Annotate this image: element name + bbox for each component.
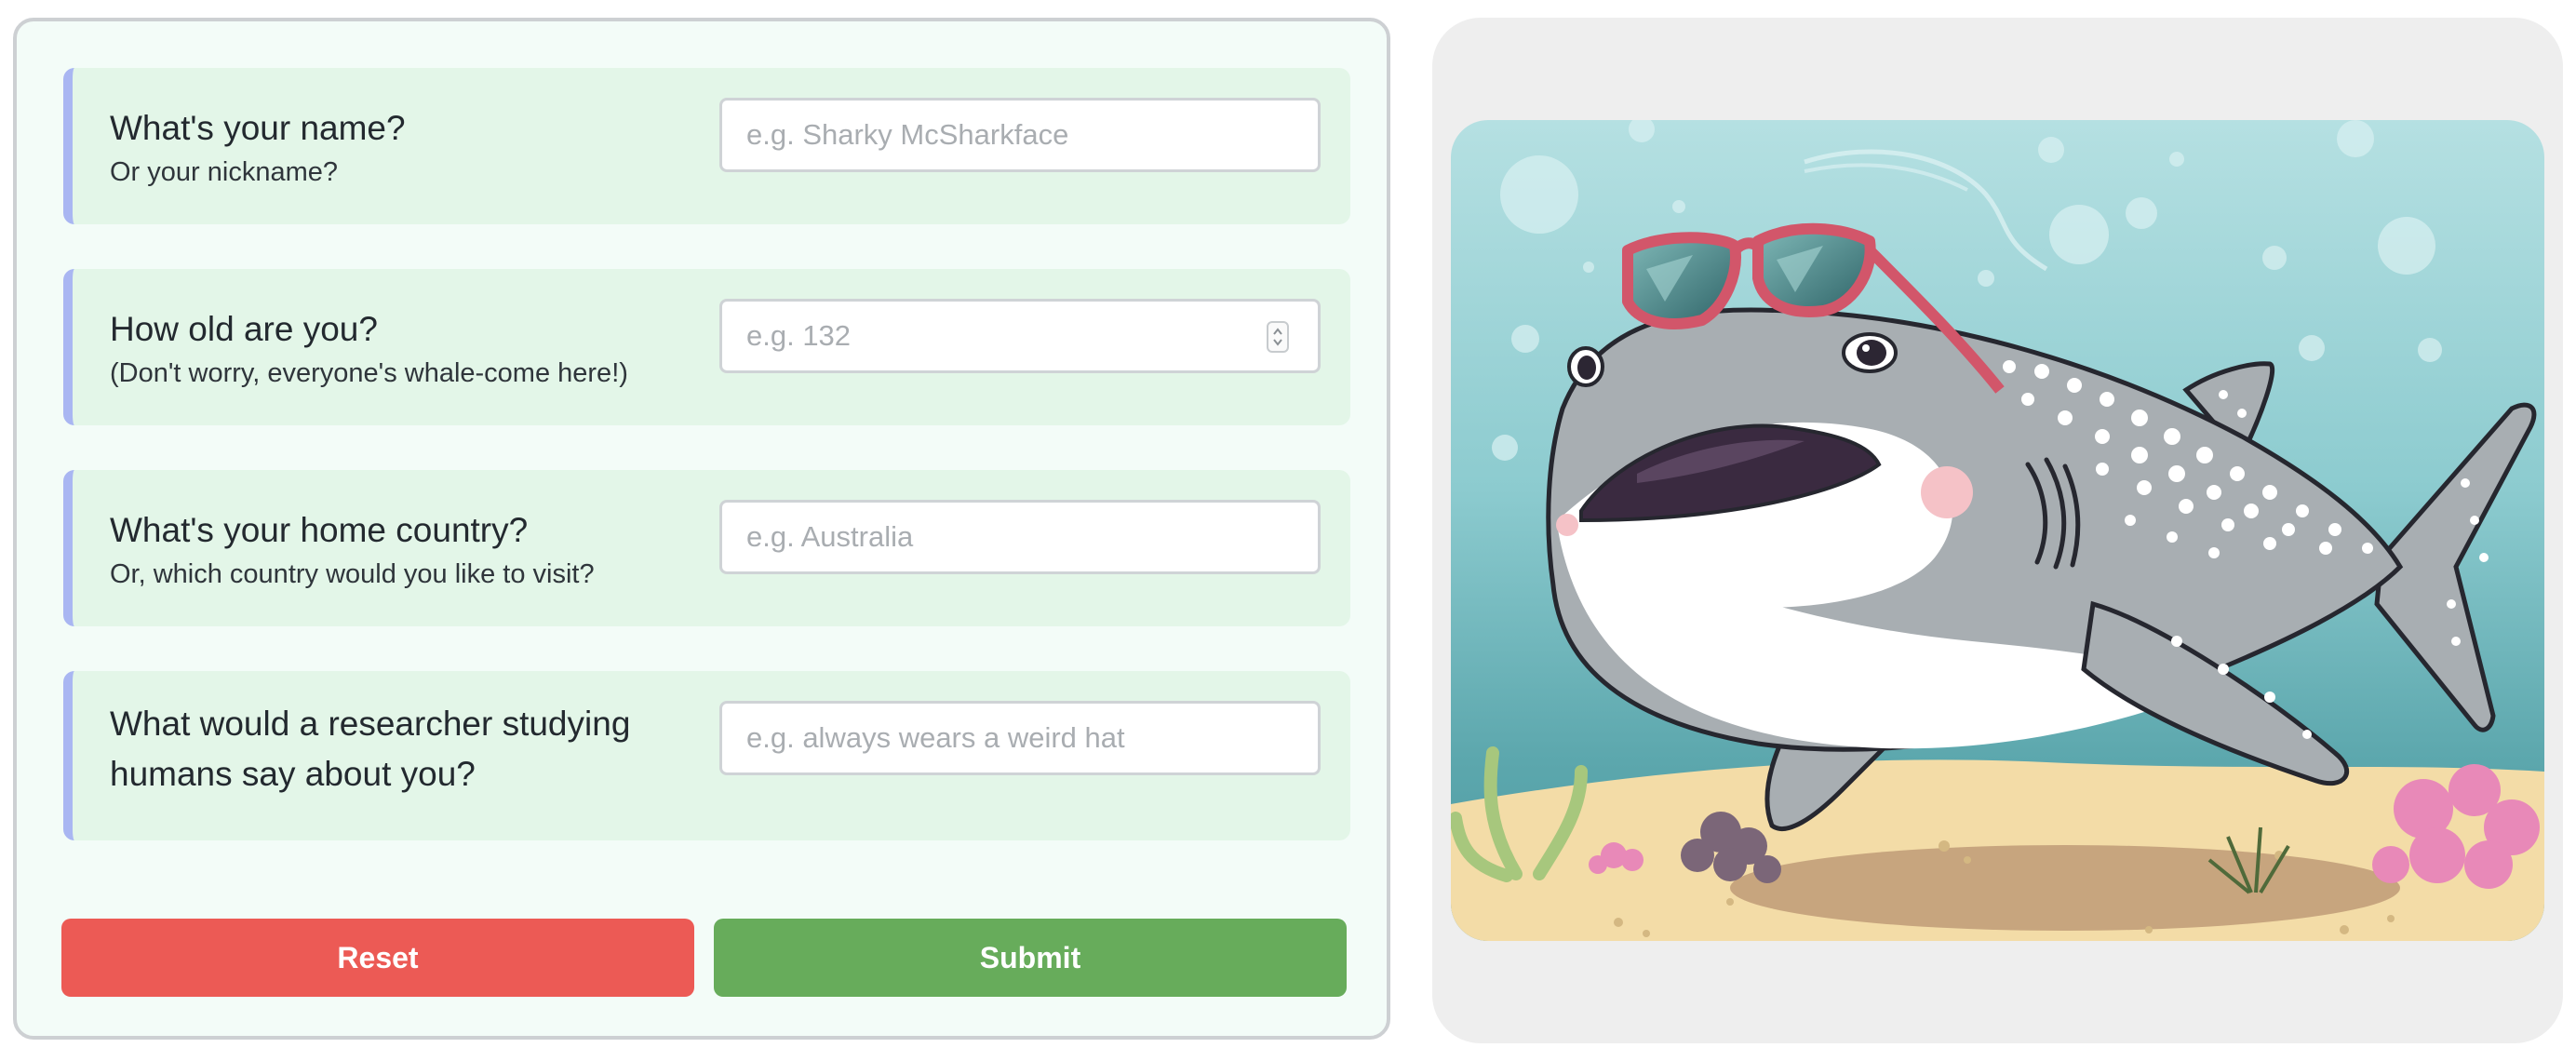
name-input[interactable] bbox=[719, 98, 1321, 172]
submit-button[interactable]: Submit bbox=[714, 919, 1347, 997]
field-researcher-title: What would a researcher studying humans … bbox=[110, 705, 631, 793]
age-input[interactable] bbox=[719, 299, 1321, 373]
form-panel: What's your name? Or your nickname? How … bbox=[13, 18, 1390, 1040]
number-spinner-icon[interactable] bbox=[1267, 321, 1289, 353]
whale-shark-illustration bbox=[1451, 120, 2544, 941]
field-researcher: What would a researcher studying humans … bbox=[63, 671, 1350, 840]
reset-button[interactable]: Reset bbox=[61, 919, 694, 997]
country-input[interactable] bbox=[719, 500, 1321, 574]
field-country-title: What's your home country? bbox=[110, 511, 529, 549]
field-country: What's your home country? Or, which coun… bbox=[63, 470, 1350, 626]
field-name-title: What's your name? bbox=[110, 109, 406, 147]
researcher-input[interactable] bbox=[719, 701, 1321, 775]
field-age: How old are you? (Don't worry, everyone'… bbox=[63, 269, 1350, 425]
field-age-title: How old are you? bbox=[110, 310, 378, 348]
field-name-subtitle: Or your nickname? bbox=[110, 157, 338, 187]
field-country-subtitle: Or, which country would you like to visi… bbox=[110, 559, 595, 589]
field-name: What's your name? Or your nickname? bbox=[63, 68, 1350, 224]
whale-shark-with-sunglasses-icon bbox=[1451, 120, 2544, 941]
image-panel bbox=[1432, 18, 2563, 1043]
field-age-subtitle: (Don't worry, everyone's whale-come here… bbox=[110, 358, 628, 388]
